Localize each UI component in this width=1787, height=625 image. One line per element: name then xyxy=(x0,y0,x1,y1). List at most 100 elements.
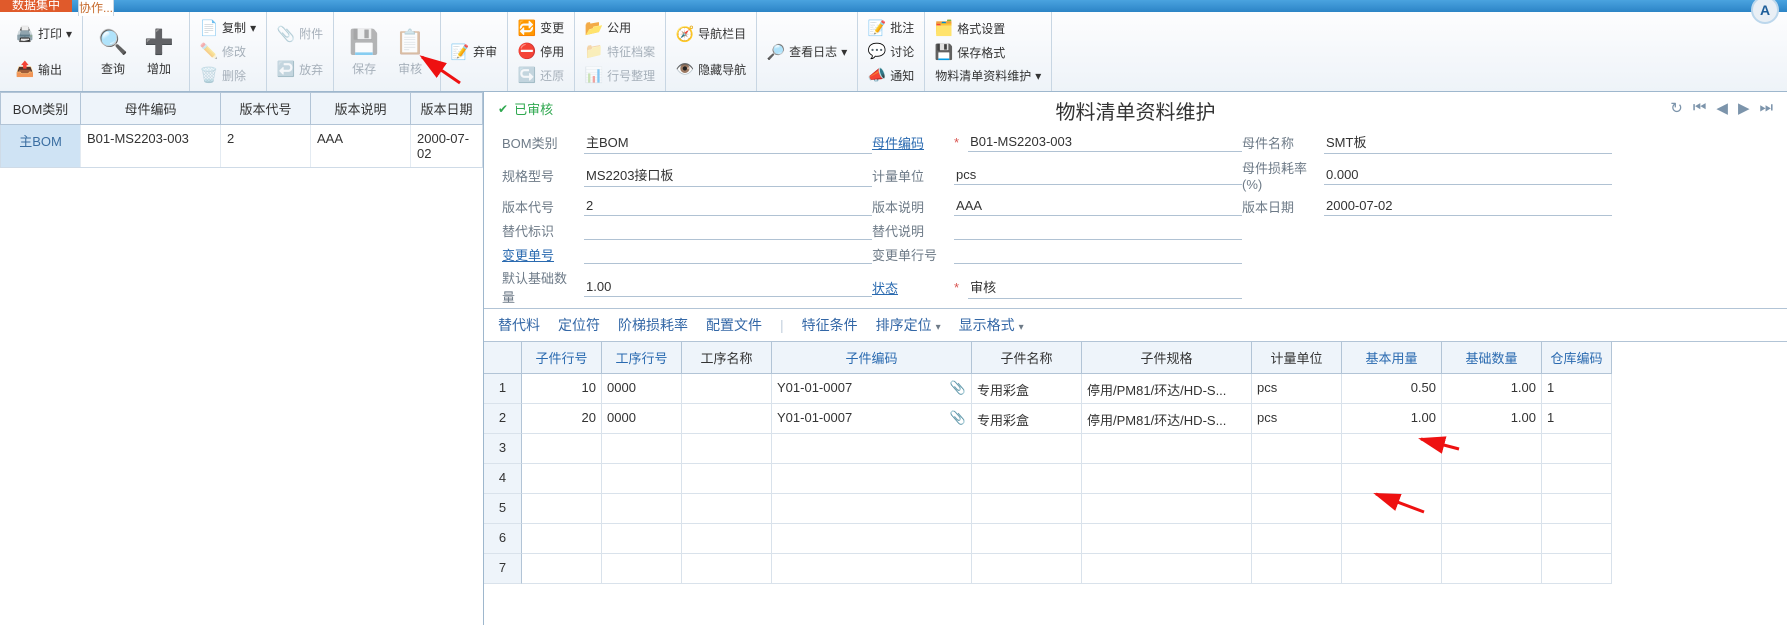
table-cell[interactable] xyxy=(682,494,772,524)
last-icon[interactable]: ⏭ xyxy=(1759,99,1773,117)
table-row[interactable]: 6 xyxy=(484,524,1787,554)
table-cell[interactable]: 5 xyxy=(484,494,522,524)
table-cell[interactable] xyxy=(1082,464,1252,494)
tab-alt[interactable]: 替代料 xyxy=(498,315,540,335)
public-button[interactable]: 📂公用 xyxy=(585,17,655,39)
altdesc-value[interactable] xyxy=(954,220,1242,240)
format-set-button[interactable]: 🗂️格式设置 xyxy=(935,17,1041,39)
table-cell[interactable] xyxy=(682,464,772,494)
table-cell[interactable] xyxy=(1442,494,1542,524)
table-cell[interactable] xyxy=(772,434,972,464)
table-cell[interactable] xyxy=(1542,524,1612,554)
table-cell[interactable] xyxy=(972,524,1082,554)
col-child-line[interactable]: 子件行号 xyxy=(522,342,602,374)
col-base-qty[interactable]: 基础数量 xyxy=(1442,342,1542,374)
prev-icon[interactable]: ◀ xyxy=(1716,99,1728,117)
table-cell[interactable] xyxy=(1342,554,1442,584)
table-cell[interactable] xyxy=(1252,554,1342,584)
table-cell[interactable] xyxy=(602,434,682,464)
table-cell[interactable]: 停用/PM81/环达/HD-S... xyxy=(1082,374,1252,404)
table-cell[interactable] xyxy=(1342,464,1442,494)
left-col-ver-date[interactable]: 版本日期 xyxy=(411,93,482,124)
col-op-name[interactable]: 工序名称 xyxy=(682,342,772,374)
search-button[interactable]: 🔍查询 xyxy=(93,26,133,77)
table-cell[interactable] xyxy=(682,404,772,434)
table-cell[interactable]: 专用彩盒 xyxy=(972,374,1082,404)
table-cell[interactable] xyxy=(602,494,682,524)
table-cell[interactable] xyxy=(1542,434,1612,464)
change-button[interactable]: 🔁变更 xyxy=(518,17,564,39)
state-label[interactable]: 状态 xyxy=(872,278,948,297)
defqty-value[interactable]: 1.00 xyxy=(584,277,872,297)
table-cell[interactable]: 2 xyxy=(484,404,522,434)
ver-date-value[interactable]: 2000-07-02 xyxy=(1324,196,1612,216)
chgline-value[interactable] xyxy=(954,244,1242,264)
table-cell[interactable]: pcs xyxy=(1252,374,1342,404)
table-cell[interactable]: 1.00 xyxy=(1442,374,1542,404)
col-op-line[interactable]: 工序行号 xyxy=(602,342,682,374)
table-cell[interactable]: 1 xyxy=(1542,374,1612,404)
table-cell[interactable]: 7 xyxy=(484,554,522,584)
tab-steploss[interactable]: 阶梯损耗率 xyxy=(618,315,688,335)
left-col-ver[interactable]: 版本代号 xyxy=(221,93,311,124)
table-cell[interactable] xyxy=(772,524,972,554)
stop-button[interactable]: ⛔停用 xyxy=(518,40,564,62)
table-cell[interactable] xyxy=(1252,434,1342,464)
hide-nav-button[interactable]: 👁️隐藏导航 xyxy=(676,58,746,80)
left-col-parent-code[interactable]: 母件编码 xyxy=(81,93,221,124)
table-row[interactable]: 1100000Y01-01-0007📎专用彩盒停用/PM81/环达/HD-S..… xyxy=(484,374,1787,404)
table-cell[interactable]: 6 xyxy=(484,524,522,554)
spec-value[interactable]: MS2203接口板 xyxy=(584,163,872,187)
tab-cfg[interactable]: 配置文件 xyxy=(706,315,762,335)
table-cell[interactable] xyxy=(682,434,772,464)
col-warehouse[interactable]: 仓库编码 xyxy=(1542,342,1612,374)
table-cell[interactable]: 1.00 xyxy=(1342,404,1442,434)
tab-sort[interactable]: 排序定位 xyxy=(876,315,941,335)
col-base-usage[interactable]: 基本用量 xyxy=(1342,342,1442,374)
table-cell[interactable] xyxy=(1252,494,1342,524)
table-cell[interactable] xyxy=(972,464,1082,494)
table-cell[interactable] xyxy=(1542,554,1612,584)
table-cell[interactable]: Y01-01-0007📎 xyxy=(772,374,972,404)
save-format-button[interactable]: 💾保存格式 xyxy=(935,41,1041,63)
table-cell[interactable] xyxy=(682,374,772,404)
col-uom[interactable]: 计量单位 xyxy=(1252,342,1342,374)
col-rownum[interactable] xyxy=(484,342,522,374)
table-cell[interactable] xyxy=(682,524,772,554)
table-cell[interactable] xyxy=(602,464,682,494)
bom-maint-button[interactable]: 物料清单资料维护 ▾ xyxy=(935,65,1041,86)
tab-loc[interactable]: 定位符 xyxy=(558,315,600,335)
table-cell[interactable] xyxy=(682,554,772,584)
table-cell[interactable] xyxy=(972,554,1082,584)
table-cell[interactable]: 专用彩盒 xyxy=(972,404,1082,434)
remark-button[interactable]: 📝批注 xyxy=(868,17,914,39)
ver-value[interactable]: 2 xyxy=(584,196,872,216)
app-tab-2[interactable]: 协作... xyxy=(78,0,114,16)
table-row[interactable]: 4 xyxy=(484,464,1787,494)
table-cell[interactable] xyxy=(1082,524,1252,554)
table-cell[interactable] xyxy=(1342,524,1442,554)
table-cell[interactable] xyxy=(1082,494,1252,524)
table-cell[interactable] xyxy=(1252,464,1342,494)
table-cell[interactable]: 0.50 xyxy=(1342,374,1442,404)
discuss-button[interactable]: 💬讨论 xyxy=(868,40,914,62)
table-row[interactable]: 7 xyxy=(484,554,1787,584)
col-child-spec[interactable]: 子件规格 xyxy=(1082,342,1252,374)
print-button[interactable]: 🖨️打印 ▾ xyxy=(16,23,72,45)
table-cell[interactable]: 1 xyxy=(484,374,522,404)
table-cell[interactable] xyxy=(1442,554,1542,584)
bom-type-value[interactable]: 主BOM xyxy=(584,130,872,154)
table-cell[interactable]: 20 xyxy=(522,404,602,434)
refresh-icon[interactable]: ↻ xyxy=(1670,99,1683,117)
table-cell[interactable]: 停用/PM81/环达/HD-S... xyxy=(1082,404,1252,434)
copy-button[interactable]: 📄复制 ▾ xyxy=(200,17,256,39)
table-cell[interactable] xyxy=(1082,554,1252,584)
altid-value[interactable] xyxy=(584,220,872,240)
left-col-ver-desc[interactable]: 版本说明 xyxy=(311,93,411,124)
left-col-bom-type[interactable]: BOM类别 xyxy=(1,93,81,124)
table-cell[interactable]: Y01-01-0007📎 xyxy=(772,404,972,434)
first-icon[interactable]: ⏮ xyxy=(1693,99,1707,117)
table-cell[interactable] xyxy=(522,554,602,584)
navbar-button[interactable]: 🧭导航栏目 xyxy=(676,23,746,45)
col-child-code[interactable]: 子件编码 xyxy=(772,342,972,374)
